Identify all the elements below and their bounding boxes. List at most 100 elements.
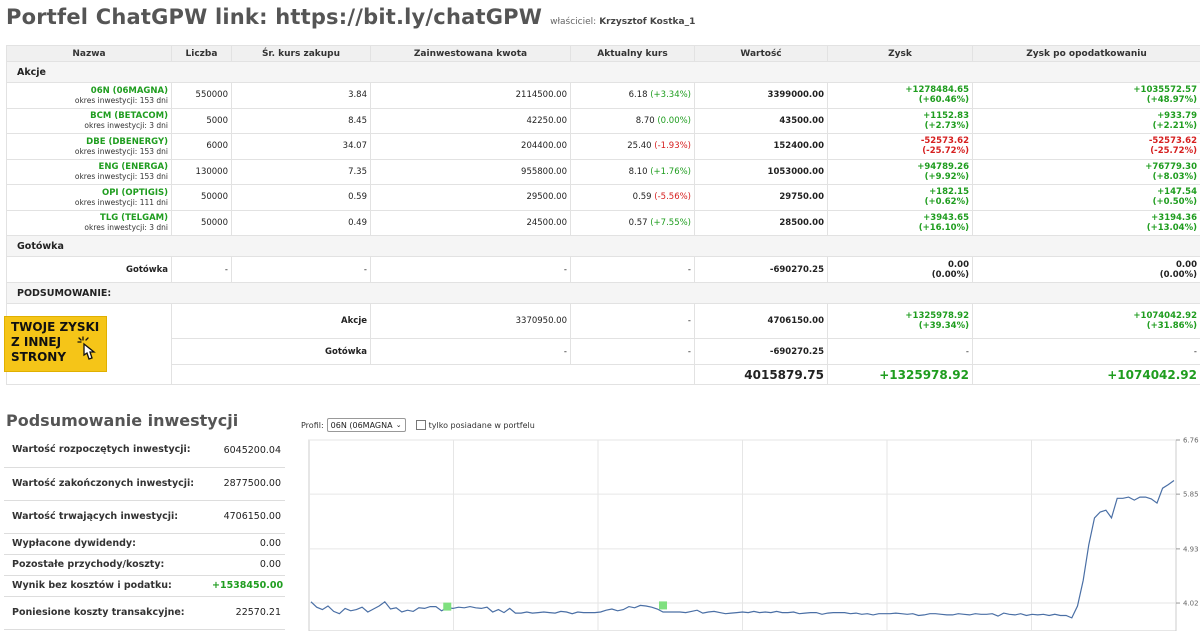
net-profit: +76779.30 [1145,161,1197,172]
column-header[interactable]: Zysk [827,45,973,62]
profile-select-value: 06N (06MAGNA [330,420,393,430]
invested-amount: 2114500.00 [515,90,567,101]
cash-label: Gotówka [126,264,168,275]
position-value: 29750.00 [779,192,824,203]
column-header[interactable]: Wartość [694,45,828,62]
value-cell: 29750.00 [694,184,828,211]
current-price: 8.10 [628,166,648,177]
current-price: 8.70 [635,115,655,126]
net-profit-cell: -52573.62 (-25.72%) [972,133,1200,160]
table-row: 06N (06MAGNA) okres inwestycji: 153 dni 55… [6,82,1200,109]
net-profit-percent: (-25.72%) [1150,146,1197,157]
section-label: Gotówka [17,240,64,252]
avg-cell: 0.59 [231,184,371,211]
plot-area [308,439,1177,631]
cash-value-cell: -690270.25 [694,256,828,283]
stock-name-cell: ENG (ENERGA) okres inwestycji: 153 dni [6,158,172,185]
page-title: Portfel ChatGPW link: https://bit.ly/cha… [6,5,543,29]
summary-value: 0.00 [204,533,285,555]
price-cell: 0.59 (-5.56%) [570,184,695,211]
share-count: 5000 [206,115,228,126]
chart-controls: Profil: 06N (06MAGNA ⌄ tylko posiadane w… [301,418,535,432]
owned-only-label[interactable]: tylko posiadane w portfelu [429,421,535,430]
summary-value: 4706150.00 [204,500,285,534]
profit-percent: (+0.62%) [924,197,969,208]
count-cell: 550000 [171,82,232,109]
avg-price: 3.84 [348,90,367,101]
investment-period: okres inwestycji: 111 dni [74,197,168,207]
summary-key: Wypłacone dywidendy: [4,533,204,555]
stock-link[interactable]: DBE (DBENERGY) [10,137,168,147]
avg-price: 8.45 [348,115,367,126]
table-row: DBE (DBENERGY) okres inwestycji: 153 dni 6… [6,133,1200,160]
value-cell: 152400.00 [694,133,828,160]
stock-link[interactable]: TLG (TELGAM) [10,213,168,223]
profit: +182.15 [929,187,969,198]
stock-link[interactable]: 06N (06MAGNA) [10,86,168,96]
owned-only-checkbox[interactable] [415,420,426,430]
y-tick-label: 5.85 [1183,491,1199,499]
profit-percent: (+9.92%) [924,171,969,182]
summary-key: Pozostałe przychody/koszty: [4,554,204,576]
table-row: BCM (BETACOM) okres inwestycji: 3 dni 5000… [6,107,1200,134]
stock-link[interactable]: ENG (ENERGA) [10,162,168,172]
total-net: +1074042.92 [1107,367,1197,382]
table-row: TLG (TELGAM) okres inwestycji: 3 dni 50000… [6,209,1200,236]
column-header[interactable]: Śr. kurs zakupu [231,45,371,62]
profile-label: Profil: [301,420,324,430]
profile-select[interactable]: 06N (06MAGNA ⌄ [326,418,406,432]
profit-percent: (+60.46%) [918,95,969,106]
invested-amount: 955800.00 [521,166,567,177]
stock-link[interactable]: BCM (BETACOM) [10,111,168,121]
cash-net: 0.00 [1176,259,1197,270]
owner-label: właściciel: [550,17,597,27]
promo-banner[interactable]: TWOJE ZYSKI Z INNEJ STRONY [4,316,107,372]
stock-link[interactable]: OPI (OPTIGIS) [10,188,168,198]
total-profit: +1325978.92 [879,367,969,382]
column-header[interactable]: Aktualny kurs [570,45,695,62]
cash-profit: 0.00 [948,259,969,270]
avg-cell: 7.35 [231,158,371,185]
summary-row: Poniesione koszty transakcyjne: 22570.21 [4,596,285,630]
cash-profit-cell: 0.00 (0.00%) [827,256,973,283]
summary-value: 0.00 [204,554,285,576]
column-header[interactable]: Zainwestowana kwota [370,45,571,62]
chevron-down-icon: ⌄ [395,421,402,429]
net-profit-percent: (+48.97%) [1146,95,1197,106]
current-price: 6.18 [628,90,648,101]
summary-cell: - [370,338,571,365]
value-cell: 43500.00 [694,107,828,134]
cash-count: - [224,264,228,275]
net-profit-cell: +76779.30 (+8.03%) [972,158,1200,185]
cash-row: Gotówka - - - - -690270.25 0.00 (0.00%) 0.00 (0.0… [6,256,1200,283]
pointer-hand-icon [77,336,96,360]
invested-cell: 42250.00 [370,107,571,134]
cash-value: -690270.25 [769,264,824,275]
summary-invested: - [563,346,567,357]
share-count: 50000 [200,217,228,228]
summary-label: Gotówka [325,346,367,357]
column-header[interactable]: Nazwa [6,45,172,62]
current-price: 0.59 [632,192,652,203]
share-count: 6000 [206,141,228,152]
price-change: (+7.55%) [650,217,691,228]
share-count: 550000 [195,90,228,101]
share-count: 130000 [195,166,228,177]
profit-cell: +1278484.65 (+60.46%) [827,82,973,109]
summary-cell: 4706150.00 [694,303,828,339]
stock-name-cell: TLG (TELGAM) okres inwestycji: 3 dni [6,209,172,236]
column-header[interactable]: Zysk po opodatkowaniu [972,45,1200,62]
cash-avg: - [363,264,367,275]
y-tick-label: 4.02 [1183,600,1199,608]
column-header[interactable]: Liczba [171,45,232,62]
avg-cell: 0.49 [231,209,371,236]
summary-cell: - [827,338,973,365]
totals-row: 4015879.75 +1325978.92 +1074042.92 [7,364,1200,385]
buy-marker [443,602,452,611]
owner-name[interactable]: Krzysztof Kostka_1 [599,17,695,27]
net-profit-cell: +147.54 (+0.50%) [972,184,1200,211]
current-price: 25.40 [627,141,652,152]
total-cell: +1325978.92 [827,364,973,385]
net-profit: +933.79 [1157,110,1197,121]
profit-cell: +1152.83 (+2.73%) [827,107,973,134]
